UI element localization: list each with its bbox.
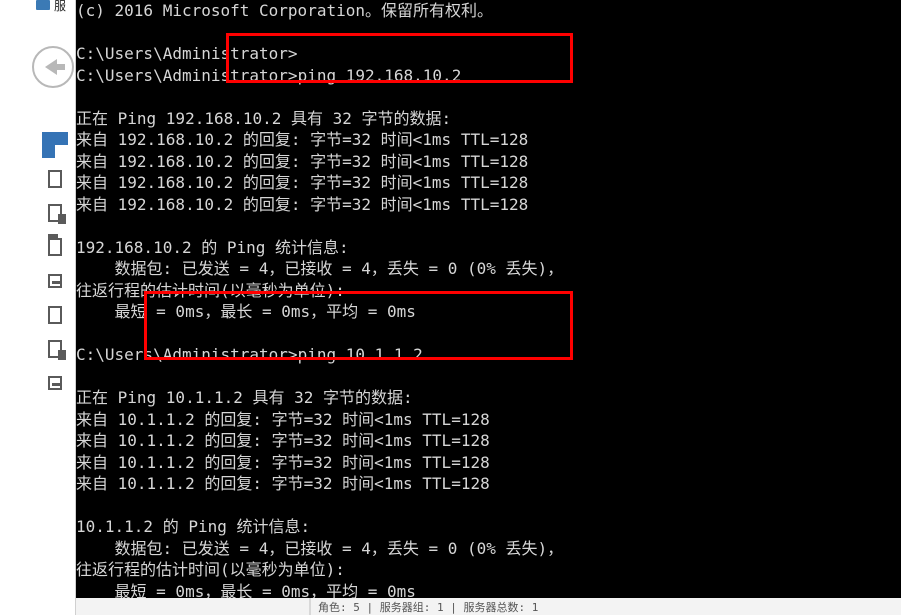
prompt-line: C:\Users\Administrator> <box>76 66 298 85</box>
cmd-text: ping 192.168.10.2 <box>298 66 462 85</box>
ping-stats-pkts: 数据包: 已发送 = 4，已接收 = 4，丢失 = 0 (0% 丢失)， <box>76 539 563 558</box>
ping-stats-head: 10.1.1.2 的 Ping 统计信息: <box>76 517 310 536</box>
top-fragment: 服 <box>0 0 76 12</box>
cmd-text: ping 10.1.1.2 <box>298 345 423 364</box>
ping-stats-min: 最短 = 0ms，最长 = 0ms，平均 = 0ms <box>76 302 416 321</box>
ping-start-line: 正在 Ping 192.168.10.2 具有 32 字节的数据: <box>76 109 451 128</box>
command-prompt-window[interactable]: (c) 2016 Microsoft Corporation。保留所有权利。 C… <box>76 0 901 598</box>
sidebar-item-role-5[interactable] <box>42 370 68 396</box>
sidebar-item-role-1[interactable] <box>42 234 68 260</box>
ping-reply-line: 来自 10.1.1.2 的回复: 字节=32 时间<1ms TTL=128 <box>76 474 490 493</box>
server-manager-sidebar: 服 <box>0 0 76 615</box>
servers-icon <box>48 204 62 222</box>
status-bar-text: 角色: 5 | 服务器组: 1 | 服务器总数: 1 <box>318 599 538 615</box>
sidebar-item-role-2[interactable] <box>42 268 68 294</box>
ping-reply-line: 来自 192.168.10.2 的回复: 字节=32 时间<1ms TTL=12… <box>76 173 528 192</box>
sidebar-item-role-4[interactable] <box>42 336 68 362</box>
server-label: 服 <box>54 0 66 14</box>
ping-reply-line: 来自 192.168.10.2 的回复: 字节=32 时间<1ms TTL=12… <box>76 152 528 171</box>
role-icon <box>48 376 62 390</box>
ping-start-line: 正在 Ping 10.1.1.2 具有 32 字节的数据: <box>76 388 413 407</box>
sidebar-icon-rail <box>42 132 76 404</box>
sidebar-item-dashboard[interactable] <box>42 132 68 158</box>
sidebar-item-role-3[interactable] <box>42 302 68 328</box>
storage-icon <box>48 274 62 288</box>
back-arrow-icon <box>45 59 57 75</box>
prompt-line: C:\Users\Administrator> <box>76 44 298 63</box>
back-button[interactable] <box>32 46 74 88</box>
server-icon <box>48 170 62 188</box>
role-icon <box>48 238 62 256</box>
status-bar-separator <box>309 598 311 615</box>
ping-reply-line: 来自 192.168.10.2 的回复: 字节=32 时间<1ms TTL=12… <box>76 195 528 214</box>
copyright-line: (c) 2016 Microsoft Corporation。保留所有权利。 <box>76 1 493 20</box>
ping-reply-line: 来自 10.1.1.2 的回复: 字节=32 时间<1ms TTL=128 <box>76 453 490 472</box>
prompt-line: C:\Users\Administrator> <box>76 345 298 364</box>
ping-stats-rtt: 往返行程的估计时间(以毫秒为单位): <box>76 560 345 579</box>
ping-stats-rtt: 往返行程的估计时间(以毫秒为单位): <box>76 281 345 300</box>
role-icon <box>48 340 62 358</box>
role-icon <box>48 306 62 324</box>
ping-reply-line: 来自 10.1.1.2 的回复: 字节=32 时间<1ms TTL=128 <box>76 431 490 450</box>
server-icon <box>36 0 50 10</box>
sidebar-item-all-servers[interactable] <box>42 200 68 226</box>
ping-stats-head: 192.168.10.2 的 Ping 统计信息: <box>76 238 349 257</box>
ping-stats-min: 最短 = 0ms，最长 = 0ms，平均 = 0ms <box>76 582 416 599</box>
sidebar-item-local-server[interactable] <box>42 166 68 192</box>
ping-reply-line: 来自 10.1.1.2 的回复: 字节=32 时间<1ms TTL=128 <box>76 410 490 429</box>
ping-reply-line: 来自 192.168.10.2 的回复: 字节=32 时间<1ms TTL=12… <box>76 130 528 149</box>
ping-stats-pkts: 数据包: 已发送 = 4，已接收 = 4，丢失 = 0 (0% 丢失)， <box>76 259 563 278</box>
